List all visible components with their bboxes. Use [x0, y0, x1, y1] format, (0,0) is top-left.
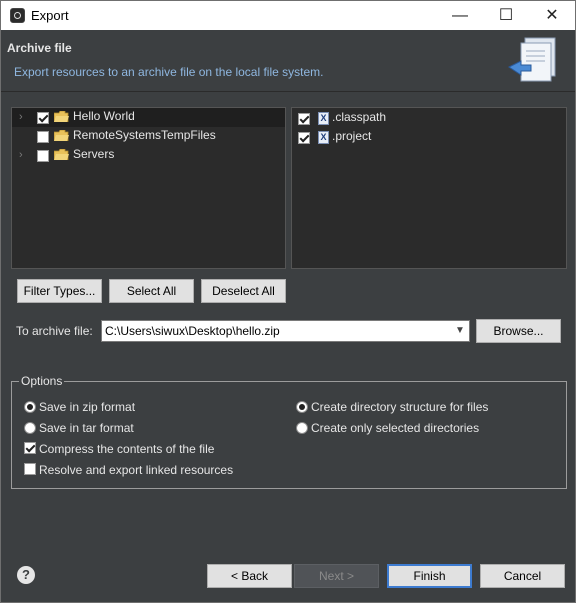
- tree-checkbox-hello-world[interactable]: [37, 112, 49, 124]
- window-title: Export: [31, 8, 69, 23]
- zip-format-label[interactable]: Save in zip format: [39, 400, 135, 414]
- deselect-all-button[interactable]: Deselect All: [201, 279, 286, 303]
- resource-tree[interactable]: › Hello World RemoteSystemsTempFiles › S…: [11, 107, 286, 269]
- tree-item-label: RemoteSystemsTempFiles: [73, 128, 216, 142]
- page-title: Archive file: [7, 41, 72, 55]
- close-button[interactable]: ✕: [529, 1, 575, 30]
- chevron-right-icon[interactable]: ›: [19, 111, 29, 123]
- archive-file-value[interactable]: C:\Users\siwux\Desktop\hello.zip: [105, 324, 280, 338]
- open-project-folder-icon: [54, 111, 69, 122]
- options-legend: Options: [19, 374, 65, 388]
- file-checkbox-classpath[interactable]: [298, 113, 310, 125]
- page-description: Export resources to an archive file on t…: [14, 65, 324, 79]
- select-all-button[interactable]: Select All: [109, 279, 194, 303]
- resolve-linked-checkbox[interactable]: [24, 463, 36, 475]
- archive-file-combo[interactable]: C:\Users\siwux\Desktop\hello.zip ▼: [101, 320, 470, 342]
- xml-file-icon: X: [318, 112, 329, 125]
- resolve-linked-label[interactable]: Resolve and export linked resources: [39, 463, 233, 477]
- tree-item-label: Servers: [73, 147, 115, 161]
- create-structure-radio[interactable]: [296, 401, 308, 413]
- browse-button[interactable]: Browse...: [476, 319, 561, 343]
- export-wizard-icon: [508, 37, 556, 82]
- maximize-button[interactable]: ☐: [483, 1, 529, 30]
- tree-checkbox-servers[interactable]: [37, 150, 49, 162]
- file-list[interactable]: X .classpath X .project: [291, 107, 567, 269]
- chevron-right-icon[interactable]: ›: [19, 149, 29, 161]
- cancel-button[interactable]: Cancel: [480, 564, 565, 588]
- compress-label[interactable]: Compress the contents of the file: [39, 442, 214, 456]
- chevron-down-icon[interactable]: ▼: [451, 321, 469, 341]
- project-folder-icon: [54, 149, 69, 160]
- tree-item-servers[interactable]: › Servers: [12, 146, 285, 165]
- tar-format-label[interactable]: Save in tar format: [39, 421, 134, 435]
- file-item-project[interactable]: X .project: [292, 128, 566, 147]
- zip-format-radio[interactable]: [24, 401, 36, 413]
- project-folder-icon: [54, 130, 69, 141]
- back-button[interactable]: < Back: [207, 564, 292, 588]
- file-item-label: .project: [332, 129, 372, 143]
- minimize-button[interactable]: —: [437, 1, 483, 30]
- eclipse-app-icon: [10, 8, 25, 23]
- tree-item-remote-systems-temp-files[interactable]: RemoteSystemsTempFiles: [12, 127, 285, 146]
- title-bar: Export — ☐ ✕: [1, 1, 575, 30]
- compress-checkbox[interactable]: [24, 442, 36, 454]
- xml-file-icon: X: [318, 131, 329, 144]
- file-item-classpath[interactable]: X .classpath: [292, 109, 566, 128]
- help-icon[interactable]: ?: [17, 566, 35, 584]
- create-structure-label[interactable]: Create directory structure for files: [311, 400, 488, 414]
- tar-format-radio[interactable]: [24, 422, 36, 434]
- finish-button[interactable]: Finish: [387, 564, 472, 588]
- filter-types-button[interactable]: Filter Types...: [17, 279, 102, 303]
- file-checkbox-project[interactable]: [298, 132, 310, 144]
- tree-item-label: Hello World: [73, 109, 135, 123]
- export-dialog: Export — ☐ ✕ Archive file Export resourc…: [0, 0, 576, 603]
- wizard-header: Archive file Export resources to an arch…: [1, 30, 575, 92]
- archive-file-label: To archive file:: [16, 324, 93, 338]
- create-selected-label[interactable]: Create only selected directories: [311, 421, 479, 435]
- file-item-label: .classpath: [332, 110, 387, 124]
- next-button[interactable]: Next >: [294, 564, 379, 588]
- create-selected-radio[interactable]: [296, 422, 308, 434]
- tree-checkbox-remote-systems-temp-files[interactable]: [37, 131, 49, 143]
- tree-item-hello-world[interactable]: › Hello World: [12, 108, 285, 127]
